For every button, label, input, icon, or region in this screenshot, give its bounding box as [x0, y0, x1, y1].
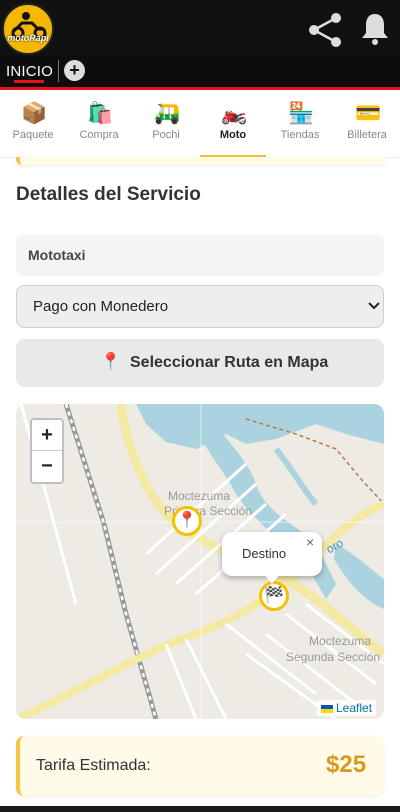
zoom-in-button[interactable]: +: [32, 420, 62, 451]
bottom-bar: [0, 806, 400, 812]
origin-marker[interactable]: 📍: [172, 506, 202, 536]
zoom-out-button[interactable]: −: [32, 451, 62, 481]
map-place-label: Moctezuma: [168, 489, 231, 503]
destination-marker[interactable]: 🏁: [259, 581, 289, 611]
category-moto[interactable]: 🏍️ Moto: [200, 90, 266, 157]
bell-icon[interactable]: [357, 10, 393, 46]
payment-select-value: Pago con Monedero: [33, 298, 169, 315]
tab-divider: [58, 60, 59, 82]
category-label: Pochi: [152, 129, 180, 141]
brand-logo[interactable]: motoRapi: [2, 3, 54, 55]
fare-card: Tarifa Estimada: $25: [16, 736, 384, 796]
category-label: Paquete: [12, 129, 54, 141]
chevron-down-icon: [368, 302, 380, 310]
category-label: Moto: [219, 129, 247, 141]
category-pochi[interactable]: 🛺 Pochi: [133, 90, 199, 157]
brand-name: motoRapi: [7, 33, 49, 43]
tab-bar: INICIO: [0, 56, 400, 90]
category-bar: 📦 Paquete 🛍️ Compra 🛺 Pochi 🏍️ Moto 🏪 Ti…: [0, 90, 400, 158]
store-icon: 🏪: [288, 102, 315, 125]
motorcycle-icon: 🏍️: [221, 102, 248, 125]
active-tab-indicator: [14, 80, 44, 83]
map-place-label: Moctezuma: [309, 634, 372, 648]
map-attribution[interactable]: Leaflet: [317, 700, 377, 716]
tab-inicio[interactable]: INICIO: [6, 63, 53, 80]
category-label: Billetera: [347, 129, 387, 141]
wallet-icon: 💳: [355, 102, 382, 125]
fare-label: Tarifa Estimada:: [36, 757, 151, 774]
add-tab-button[interactable]: +: [64, 60, 85, 81]
fare-value: $25: [326, 751, 367, 778]
category-paquete[interactable]: 📦 Paquete: [0, 90, 66, 157]
package-icon: 📦: [21, 102, 48, 125]
app-header: motoRapi: [0, 0, 400, 56]
select-route-button[interactable]: 📍 Seleccionar Ruta en Mapa: [16, 339, 384, 387]
map-place-label: Segunda Sección: [286, 650, 381, 664]
select-route-label: Seleccionar Ruta en Mapa: [130, 354, 329, 371]
rickshaw-icon: 🛺: [154, 102, 181, 125]
destination-popup: Destino ×: [222, 532, 322, 576]
attribution-link[interactable]: Leaflet: [336, 701, 372, 715]
ukraine-flag-icon: [321, 704, 333, 713]
payment-select[interactable]: Pago con Monedero: [16, 285, 384, 328]
route-map[interactable]: Moctezuma Primera Sección Moctezuma Segu…: [16, 404, 384, 719]
service-type-value: Mototaxi: [28, 247, 86, 263]
category-tiendas[interactable]: 🏪 Tiendas: [267, 90, 333, 157]
zoom-control: + −: [30, 418, 64, 484]
category-label: Compra: [79, 129, 119, 141]
popup-tip: [264, 574, 280, 584]
category-compra[interactable]: 🛍️ Compra: [66, 90, 132, 157]
shopping-bag-icon: 🛍️: [87, 102, 114, 125]
pin-icon: 📍: [100, 352, 122, 371]
category-billetera[interactable]: 💳 Billetera: [334, 90, 400, 157]
service-type-field: Mototaxi: [16, 235, 384, 276]
popup-label: Destino: [242, 546, 287, 561]
section-title: Detalles del Servicio: [16, 184, 201, 205]
map-tiles: [16, 404, 384, 719]
share-icon[interactable]: [305, 10, 345, 50]
category-label: Tiendas: [280, 129, 320, 141]
previous-card-edge: [16, 157, 386, 165]
popup-close-button[interactable]: ×: [306, 534, 314, 550]
